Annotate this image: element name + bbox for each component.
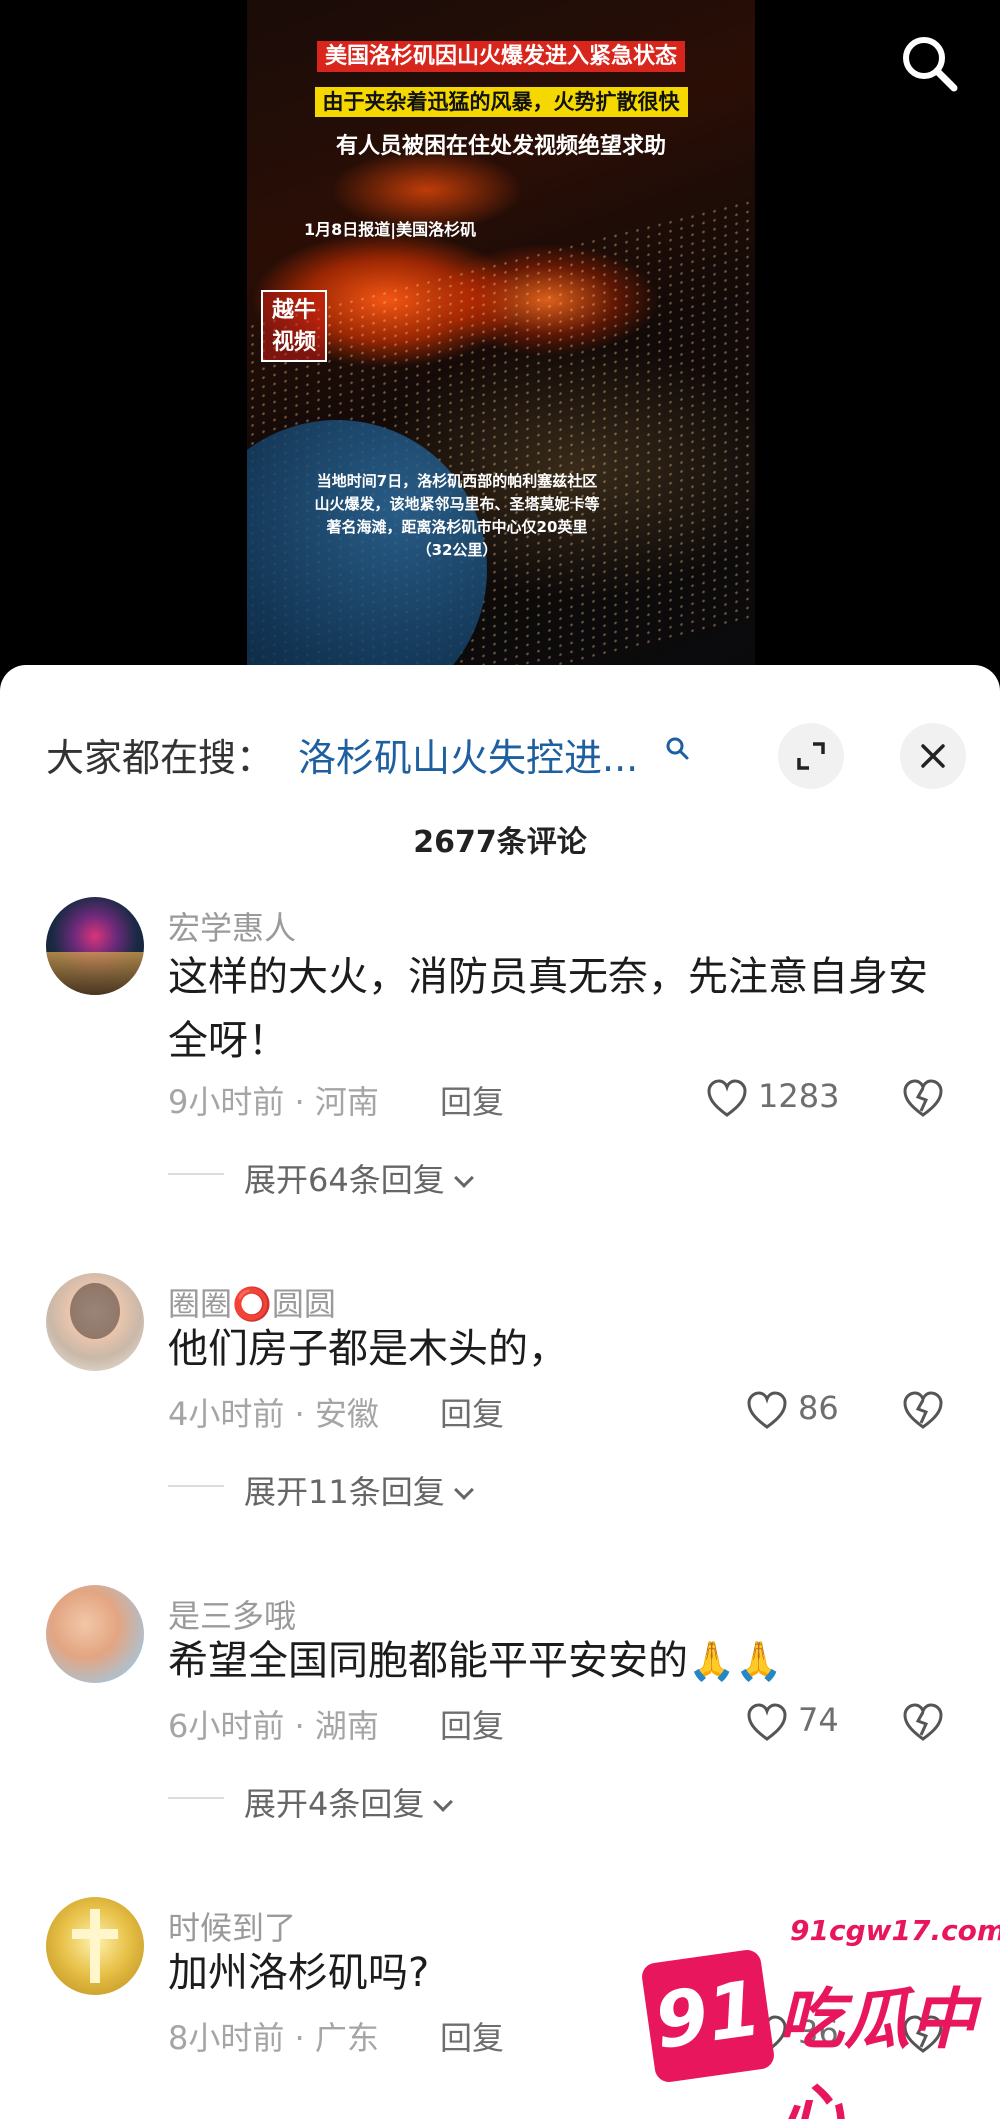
video-channel-logo: 越牛 视频 <box>261 290 327 362</box>
dislike-icon[interactable] <box>900 1075 946 1121</box>
reply-button[interactable]: 回复 <box>440 1701 504 1747</box>
watermark: 91cgw17.com 91 吃瓜中心 <box>640 1910 1000 2119</box>
like-count: 86 <box>798 1389 839 1427</box>
caption-line3: 著名海滩，距离洛杉矶市中心仅20英里 <box>326 518 588 536</box>
heart-icon[interactable] <box>705 1077 749 1121</box>
heart-icon[interactable] <box>745 1701 789 1745</box>
comments-sheet: 大家都在搜： 洛杉矶山火失控进... 2677条评论 宏学惠人 这样的大火，消防… <box>0 665 1000 2119</box>
chevron-down-icon <box>453 1480 474 1500</box>
comment-item: 宏学惠人 这样的大火，消防员真无奈，先注意自身安全呀！ 9小时前 · 河南 回复… <box>0 897 1000 1199</box>
caption-line1: 当地时间7日，洛杉矶西部的帕利塞兹社区 <box>316 472 598 490</box>
comment-item: 圈圈⭕圆圆 他们房子都是木头的， 4小时前 · 安徽 回复 86 展开11条回复 <box>0 1273 1000 1523</box>
video-date-source: 1月8日报道|美国洛杉矶 <box>304 220 477 239</box>
comment-meta: 8小时前 · 广东 <box>168 2019 379 2057</box>
video-caption: 当地时间7日，洛杉矶西部的帕利塞兹社区 山火爆发，该地紧邻马里布、圣塔莫妮卡等 … <box>307 470 607 562</box>
video-frame[interactable]: 美国洛杉矶因山火爆发进入紧急状态 由于夹杂着迅猛的风暴，火势扩散很快 有人员被困… <box>247 0 755 680</box>
avatar[interactable] <box>46 1273 144 1371</box>
expand-replies-label: 展开64条回复 <box>244 1161 445 1199</box>
search-icon[interactable] <box>898 32 962 96</box>
comments-count: 2677条评论 <box>413 825 587 860</box>
heart-icon[interactable] <box>745 1389 789 1433</box>
comment-text: 希望全国同胞都能平平安安的🙏🙏 <box>168 1629 958 1693</box>
expand-divider <box>168 1797 224 1799</box>
comment-meta: 9小时前 · 河南 <box>168 1083 379 1121</box>
watermark-text: 吃瓜中心 <box>778 1981 976 2119</box>
logo-line2: 视频 <box>271 330 316 355</box>
avatar[interactable] <box>46 1897 144 1995</box>
avatar[interactable] <box>46 897 144 995</box>
trending-search-link[interactable]: 洛杉矶山火失控进... <box>298 727 638 782</box>
expand-replies-button[interactable]: 展开11条回复 <box>244 1467 474 1513</box>
cross-decoration <box>90 1909 100 1983</box>
caption-line2: 山火爆发，该地紧邻马里布、圣塔莫妮卡等 <box>314 495 600 513</box>
chevron-down-icon <box>433 1792 454 1812</box>
reply-button[interactable]: 回复 <box>440 2013 504 2059</box>
expand-replies-label: 展开11条回复 <box>244 1473 445 1511</box>
avatar[interactable] <box>46 1585 144 1683</box>
comment-meta: 4小时前 · 安徽 <box>168 1395 379 1433</box>
watermark-badge: 91 <box>640 1948 776 2084</box>
reply-button[interactable]: 回复 <box>440 1389 504 1435</box>
expand-button[interactable] <box>778 723 844 789</box>
close-icon <box>921 744 945 768</box>
comment-text: 这样的大火，消防员真无奈，先注意自身安全呀！ <box>168 954 928 1064</box>
like-count: 1283 <box>758 1077 840 1115</box>
search-link-icon[interactable] <box>664 735 690 761</box>
like-count: 74 <box>798 1701 839 1739</box>
watermark-url: 91cgw17.com <box>790 1914 1000 1947</box>
reply-button[interactable]: 回复 <box>440 1077 504 1123</box>
expand-replies-label: 展开4条回复 <box>244 1785 425 1823</box>
expand-icon <box>797 742 825 770</box>
expand-replies-button[interactable]: 展开64条回复 <box>244 1155 474 1201</box>
comment-meta: 6小时前 · 湖南 <box>168 1707 379 1745</box>
comment-text: 他们房子都是木头的， <box>168 1326 568 1372</box>
comment-item: 是三多哦 希望全国同胞都能平平安安的🙏🙏 6小时前 · 湖南 回复 74 展开4… <box>0 1585 1000 1835</box>
dislike-icon[interactable] <box>900 1387 946 1433</box>
logo-line1: 越牛 <box>271 298 316 323</box>
dislike-icon[interactable] <box>900 1699 946 1745</box>
expand-divider <box>168 1485 224 1487</box>
close-button[interactable] <box>900 723 966 789</box>
comment-text-body: 希望全国同胞都能平平安安的 <box>168 1638 688 1684</box>
praying-hands-emoji: 🙏🙏 <box>688 1639 783 1683</box>
expand-replies-button[interactable]: 展开4条回复 <box>244 1779 454 1825</box>
caption-line4: （32公里） <box>416 541 498 559</box>
trending-search-bar: 大家都在搜： 洛杉矶山火失控进... <box>0 695 1000 789</box>
trending-search-label: 大家都在搜： <box>46 736 275 780</box>
expand-divider <box>168 1173 224 1175</box>
video-player[interactable]: 美国洛杉矶因山火爆发进入紧急状态 由于夹杂着迅猛的风暴，火势扩散很快 有人员被困… <box>0 0 1000 680</box>
comment-username[interactable]: 宏学惠人 <box>168 903 296 949</box>
chevron-down-icon <box>453 1168 474 1188</box>
video-title-line2: 由于夹杂着迅猛的风暴，火势扩散很快 <box>247 86 755 117</box>
cross-decoration <box>72 1929 118 1939</box>
video-title-line3: 有人员被困在住处发视频绝望求助 <box>335 134 666 159</box>
video-title-line1: 美国洛杉矶因山火爆发进入紧急状态 <box>247 38 755 72</box>
